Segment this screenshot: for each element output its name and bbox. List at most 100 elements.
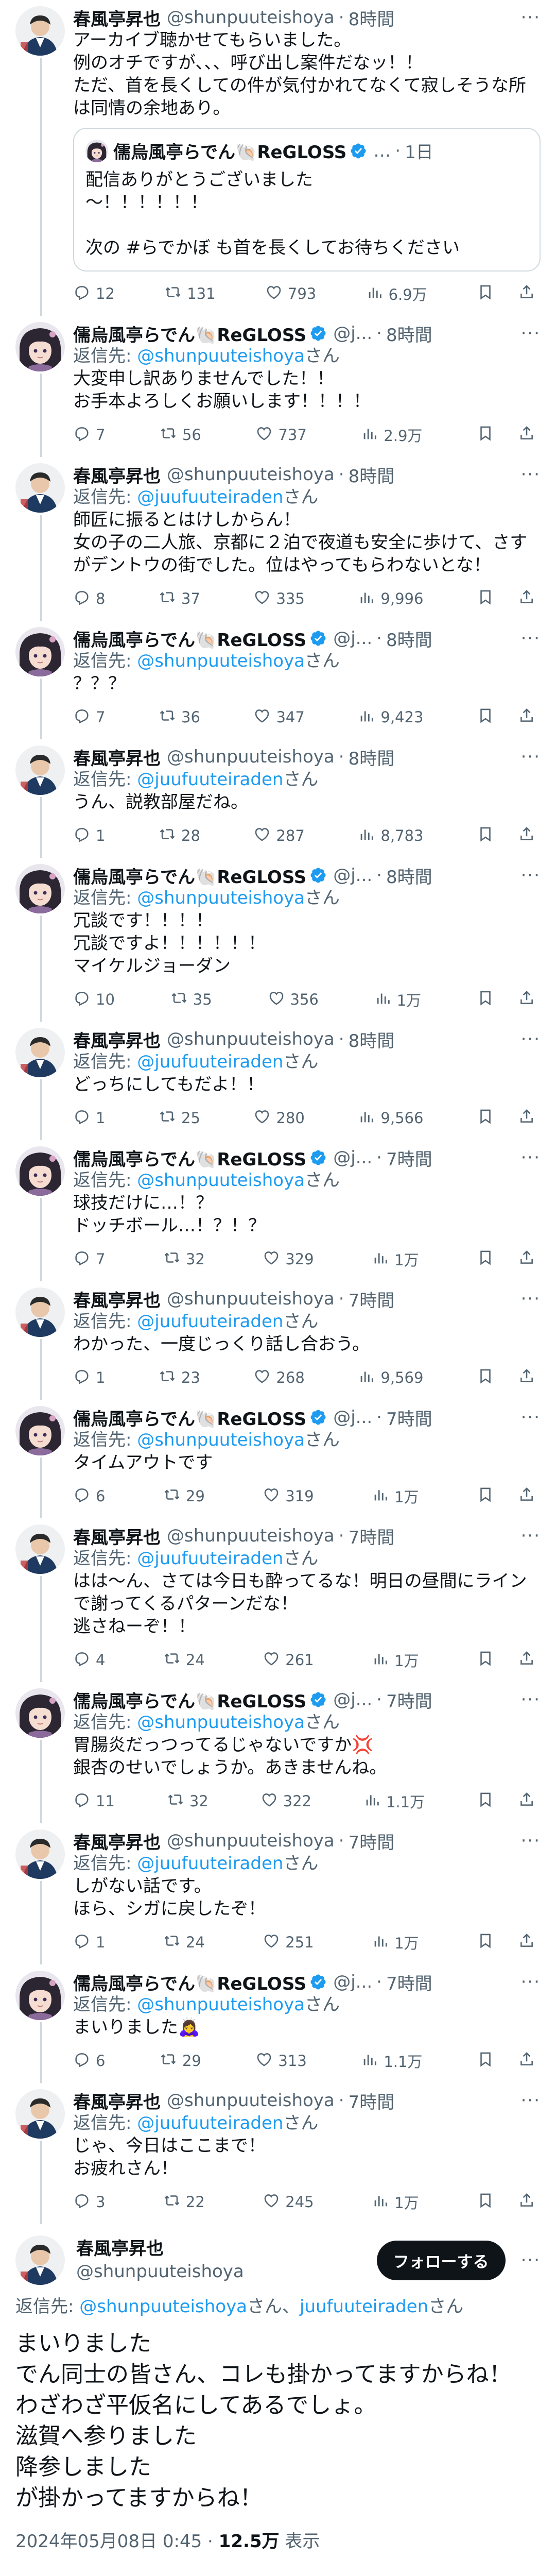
more-options-icon[interactable]: ··· — [516, 7, 541, 28]
views-button[interactable]: 1万 — [372, 1248, 419, 1270]
author-handle[interactable]: @j... — [333, 865, 372, 886]
reply-to-link[interactable]: juufuuteiraden — [154, 2113, 283, 2133]
reply-to-link[interactable]: juufuuteiraden — [300, 2296, 428, 2317]
share-icon[interactable] — [518, 1932, 535, 1953]
repost-button[interactable]: 22 — [163, 2192, 205, 2213]
views-button[interactable]: 9,996 — [358, 588, 423, 609]
repost-button[interactable]: 29 — [163, 1486, 205, 1507]
repost-button[interactable]: 131 — [164, 283, 216, 304]
more-options-icon[interactable]: ··· — [516, 464, 541, 485]
reply-to-link[interactable]: shunpuuteishoya — [154, 651, 305, 671]
tweet[interactable]: 儒烏風亭らでん🐚ReGLOSS @j... · 8時間 ··· 返信先: @sh… — [0, 858, 556, 1022]
repost-button[interactable]: 37 — [159, 588, 200, 609]
timestamp[interactable]: 8時間 — [386, 322, 432, 345]
reply-button[interactable]: 6 — [73, 1486, 105, 1507]
like-button[interactable]: 280 — [253, 1108, 305, 1129]
bookmark-icon[interactable] — [477, 1791, 494, 1812]
reply-button[interactable]: 11 — [73, 1791, 115, 1812]
like-button[interactable]: 793 — [265, 283, 316, 304]
tweet[interactable]: 春風亭昇也 @shunpuuteishoya · 7時間 ··· 返信先: @j… — [0, 1281, 556, 1400]
avatar[interactable] — [15, 1287, 65, 1337]
views-button[interactable]: 1.1万 — [361, 2050, 422, 2072]
bookmark-icon[interactable] — [477, 1650, 494, 1671]
share-icon[interactable] — [518, 1650, 535, 1671]
share-icon[interactable] — [518, 989, 535, 1010]
tweet[interactable]: 春風亭昇也 @shunpuuteishoya · 7時間 ··· 返信先: @j… — [0, 2083, 556, 2224]
reply-to-link[interactable]: juufuuteiraden — [154, 1853, 283, 1874]
views-button[interactable]: 9,569 — [358, 1367, 423, 1388]
reply-to-link[interactable]: shunpuuteishoya — [154, 1170, 305, 1191]
author-handle[interactable]: @j... — [333, 1689, 372, 1710]
tweet[interactable]: 春風亭昇也 @shunpuuteishoya · 8時間 ··· 返信先: @j… — [0, 1022, 556, 1140]
repost-button[interactable]: 36 — [159, 707, 200, 728]
like-button[interactable]: 335 — [253, 588, 305, 609]
reply-to-link[interactable]: shunpuuteishoya — [154, 1994, 305, 2015]
bookmark-icon[interactable] — [477, 1367, 494, 1388]
bookmark-icon[interactable] — [477, 989, 494, 1010]
reply-button[interactable]: 10 — [73, 989, 115, 1010]
repost-button[interactable]: 24 — [163, 1932, 205, 1953]
share-icon[interactable] — [518, 2192, 535, 2213]
author-name[interactable]: 春風亭昇也 — [73, 1829, 161, 1853]
more-options-icon[interactable]: ··· — [516, 1147, 541, 1168]
repost-button[interactable]: 28 — [159, 825, 200, 846]
share-icon[interactable] — [518, 588, 535, 609]
views-button[interactable]: 1万 — [372, 1649, 419, 1671]
avatar[interactable] — [15, 1971, 65, 2020]
views-button[interactable]: 1.1万 — [363, 1790, 425, 1812]
reply-button[interactable]: 4 — [73, 1650, 105, 1671]
tweet[interactable]: 儒烏風亭らでん🐚ReGLOSS @j... · 8時間 ··· 返信先: @sh… — [0, 316, 556, 457]
avatar[interactable] — [15, 6, 65, 56]
author-name[interactable]: 儒烏風亭らでん🐚ReGLOSS — [73, 864, 306, 887]
timestamp[interactable]: 7時間 — [349, 1287, 395, 1311]
author-handle[interactable]: @j... — [333, 1972, 372, 1992]
share-icon[interactable] — [518, 2050, 535, 2072]
tweet[interactable]: 春風亭昇也 @shunpuuteishoya · 8時間 ··· アーカイブ聴か… — [0, 0, 556, 316]
timestamp[interactable]: 8時間 — [386, 627, 432, 650]
reply-to-link[interactable]: shunpuuteishoya — [154, 1712, 305, 1733]
repost-button[interactable]: 24 — [163, 1650, 205, 1671]
repost-button[interactable]: 32 — [167, 1791, 208, 1812]
avatar[interactable] — [15, 322, 65, 371]
more-options-icon[interactable]: ··· — [516, 2090, 541, 2111]
reply-button[interactable]: 1 — [73, 1367, 105, 1388]
timestamp[interactable]: 8時間 — [349, 463, 395, 486]
author-handle[interactable]: @j... — [333, 1407, 372, 1428]
views-button[interactable]: 1万 — [372, 1485, 419, 1507]
reply-button[interactable]: 6 — [73, 2050, 105, 2072]
views-button[interactable]: 6.9万 — [366, 283, 427, 304]
reply-button[interactable]: 7 — [73, 1249, 105, 1270]
timestamp[interactable]: 7時間 — [349, 1524, 395, 1548]
avatar[interactable] — [15, 2235, 65, 2285]
like-button[interactable]: 245 — [263, 2192, 314, 2213]
author-name[interactable]: 春風亭昇也 — [73, 6, 161, 29]
bookmark-icon[interactable] — [477, 2050, 494, 2072]
share-icon[interactable] — [518, 1486, 535, 1507]
tweet[interactable]: 春風亭昇也 @shunpuuteishoya · 7時間 ··· 返信先: @j… — [0, 1518, 556, 1682]
share-icon[interactable] — [518, 825, 535, 846]
repost-button[interactable]: 29 — [160, 2050, 201, 2072]
tweet[interactable]: 春風亭昇也 @shunpuuteishoya · 8時間 ··· 返信先: @j… — [0, 739, 556, 858]
repost-button[interactable]: 32 — [163, 1249, 205, 1270]
more-options-icon[interactable]: ··· — [516, 1289, 541, 1309]
author-name[interactable]: 春風亭昇也 — [76, 2238, 377, 2260]
author-handle[interactable]: @shunpuuteishoya — [167, 2090, 335, 2111]
author-name[interactable]: 儒烏風亭らでん🐚ReGLOSS — [73, 1406, 306, 1429]
reply-to-link[interactable]: shunpuuteishoya — [154, 346, 305, 366]
author-name[interactable]: 春風亭昇也 — [73, 2089, 161, 2112]
author-name[interactable]: 儒烏風亭らでん🐚ReGLOSS — [73, 322, 306, 345]
reply-button[interactable]: 7 — [73, 425, 105, 446]
author-handle[interactable]: @shunpuuteishoya — [167, 1526, 335, 1546]
avatar[interactable] — [15, 1406, 65, 1455]
author-handle[interactable]: @shunpuuteishoya — [76, 2260, 303, 2283]
like-button[interactable]: 737 — [255, 425, 307, 446]
timestamp[interactable]: 8時間 — [349, 745, 395, 769]
share-icon[interactable] — [518, 707, 535, 728]
tweet[interactable]: 儒烏風亭らでん🐚ReGLOSS @j... · 7時間 ··· 返信先: @sh… — [0, 1682, 556, 1823]
repost-button[interactable]: 25 — [159, 1108, 200, 1129]
reply-to-link[interactable]: juufuuteiraden — [154, 1311, 283, 1332]
more-options-icon[interactable]: ··· — [516, 628, 541, 649]
more-options-icon[interactable]: ··· — [516, 1029, 541, 1049]
timestamp[interactable]: 7時間 — [386, 1971, 432, 1994]
avatar[interactable] — [15, 864, 65, 913]
